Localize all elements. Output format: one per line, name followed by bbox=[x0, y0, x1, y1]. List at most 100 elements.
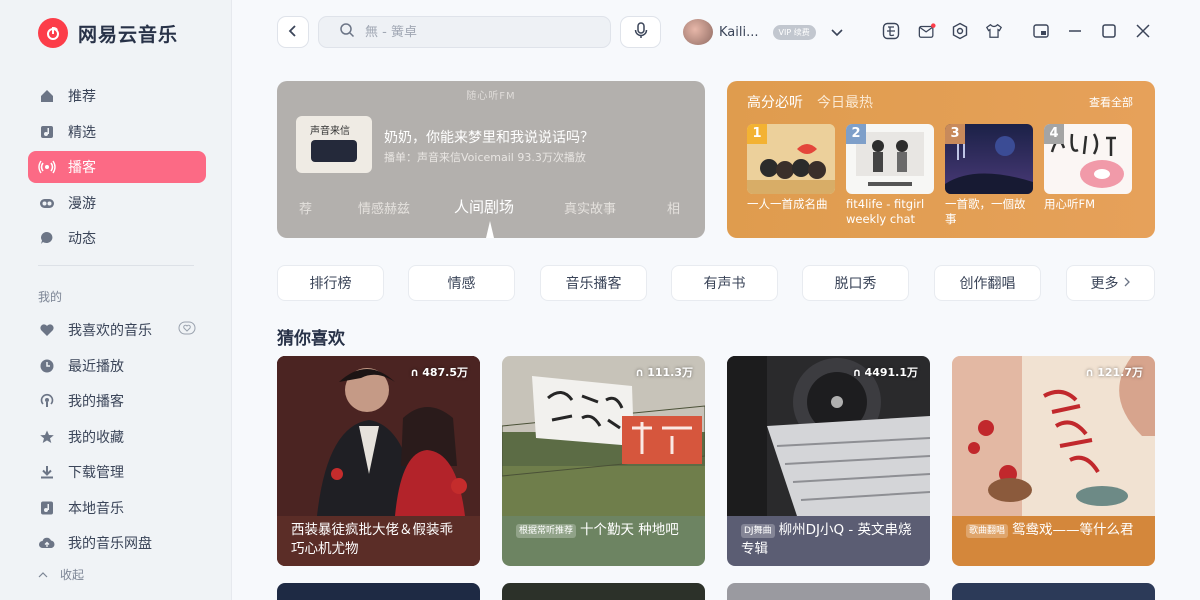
play-count-value: 487.5万 bbox=[422, 366, 468, 379]
app-logo[interactable]: 网易云音乐 bbox=[38, 18, 178, 48]
fm-tab-indicator bbox=[486, 221, 494, 238]
fm-tab-active[interactable]: 人间剧场 bbox=[454, 196, 514, 217]
nav-item-roam[interactable]: 漫游 bbox=[28, 187, 206, 219]
sidebar: 网易云音乐 推荐 精选 播客 漫游 动态 我的 我喜欢的音乐 最近播放 我的播客… bbox=[0, 0, 232, 600]
playlist-cover[interactable] bbox=[502, 356, 705, 516]
fm-tab[interactable]: 真实故事 bbox=[564, 198, 616, 217]
heart-mode-icon[interactable] bbox=[178, 321, 196, 339]
skin-icon[interactable] bbox=[985, 22, 1003, 40]
heart-icon bbox=[38, 321, 56, 339]
user-name[interactable]: Kaili... bbox=[719, 25, 759, 40]
hot-item-name[interactable]: 用心听FM bbox=[1044, 197, 1132, 227]
fm-tab[interactable]: 荐 bbox=[299, 198, 312, 217]
nav-label: 漫游 bbox=[68, 195, 96, 212]
search-box[interactable] bbox=[318, 16, 611, 48]
hot-title: 高分必听 bbox=[747, 95, 803, 111]
playlist-card[interactable]: ∩ 4491.1万 DJ舞曲 柳州DJ小Q - 英文串烧专辑 bbox=[727, 356, 930, 566]
vip-badge[interactable]: VIP 续费 bbox=[772, 24, 816, 40]
playlist-card-partial[interactable] bbox=[727, 583, 930, 600]
hot-item[interactable]: 4 用心听FM bbox=[1044, 124, 1132, 227]
user-menu[interactable]: Kaili... VIP 续费 bbox=[683, 19, 844, 45]
clock-icon bbox=[38, 357, 56, 375]
hot-item-name[interactable]: fit4life - fitgirl weekly chat bbox=[846, 197, 934, 227]
hot-item-name[interactable]: 一人一首成名曲 bbox=[747, 197, 835, 227]
settings-icon[interactable] bbox=[951, 22, 969, 40]
maximize-icon[interactable] bbox=[1100, 22, 1118, 40]
category-emotion[interactable]: 情感 bbox=[408, 265, 515, 301]
mini-mode-icon[interactable] bbox=[1032, 22, 1050, 40]
mail-icon[interactable] bbox=[918, 22, 936, 40]
sidebar-item-downloads[interactable]: 下载管理 bbox=[28, 456, 206, 488]
cloud-icon bbox=[38, 534, 56, 552]
search-input[interactable] bbox=[365, 24, 585, 40]
category-more-button[interactable]: 更多 bbox=[1066, 265, 1155, 301]
hot-item[interactable]: 2 fit4life - fitgirl weekly chat bbox=[846, 124, 934, 227]
category-audiobook[interactable]: 有声书 bbox=[671, 265, 778, 301]
collapse-label: 收起 bbox=[60, 568, 85, 582]
collapse-button[interactable]: 收起 bbox=[38, 566, 84, 583]
fm-tab[interactable]: 情感赫兹 bbox=[358, 198, 410, 217]
minimize-icon[interactable] bbox=[1066, 22, 1084, 40]
nav-label: 动态 bbox=[68, 231, 96, 247]
category-talk-show[interactable]: 脱口秀 bbox=[802, 265, 909, 301]
hot-item-name[interactable]: 一首歌，一個故事 bbox=[945, 197, 1033, 227]
category-label: 更多 bbox=[1090, 276, 1119, 292]
free-mode-icon[interactable] bbox=[882, 22, 900, 40]
nav-item-feed[interactable]: 动态 bbox=[28, 222, 206, 254]
sidebar-item-favorites[interactable]: 我的收藏 bbox=[28, 421, 206, 453]
playlist-card-partial[interactable] bbox=[952, 583, 1155, 600]
fm-headline[interactable]: 奶奶，你能来梦里和我说说话吗？ bbox=[384, 127, 594, 147]
playlist-card[interactable]: ∩ 111.3万 根据常听推荐 十个勤天 种地吧 bbox=[502, 356, 705, 566]
download-icon bbox=[38, 463, 56, 481]
nav-item-recommend[interactable]: 推荐 bbox=[28, 80, 206, 112]
sidebar-item-label: 我的收藏 bbox=[68, 429, 124, 446]
local-music-icon bbox=[38, 499, 56, 517]
sidebar-item-recent[interactable]: 最近播放 bbox=[28, 350, 206, 382]
hot-cover[interactable]: 4 bbox=[1044, 124, 1132, 194]
sidebar-item-local-music[interactable]: 本地音乐 bbox=[28, 492, 206, 524]
podcast-icon bbox=[38, 392, 56, 410]
category-label: 情感 bbox=[447, 276, 476, 292]
category-chart[interactable]: 排行榜 bbox=[277, 265, 384, 301]
playlist-card[interactable]: ∩ 121.7万 歌曲翻唱 鸳鸯戏——等什么君 bbox=[952, 356, 1155, 566]
fm-card[interactable]: 随心听FM 声音来信 奶奶，你能来梦里和我说说话吗？ 播单：声音来信Voicem… bbox=[277, 81, 705, 238]
sidebar-item-my-podcast[interactable]: 我的播客 bbox=[28, 385, 206, 417]
headphones-icon: ∩ bbox=[410, 365, 420, 379]
nav-item-featured[interactable]: 精选 bbox=[28, 116, 206, 148]
sidebar-item-liked-music[interactable]: 我喜欢的音乐 bbox=[28, 314, 206, 346]
hot-cover[interactable]: 3 bbox=[945, 124, 1033, 194]
category-label: 创作翻唱 bbox=[959, 276, 1016, 292]
back-button[interactable] bbox=[277, 16, 309, 48]
view-all-link[interactable]: 查看全部 bbox=[1089, 94, 1133, 110]
playlist-cover[interactable] bbox=[952, 356, 1155, 516]
voice-search-button[interactable] bbox=[620, 16, 661, 48]
hot-item[interactable]: 3 一首歌，一個故事 bbox=[945, 124, 1033, 227]
hot-cover[interactable]: 1 bbox=[747, 124, 835, 194]
playlist-title[interactable]: 西装暴徒疯批大佬＆假装乖巧心机尤物 bbox=[277, 516, 480, 566]
category-music-podcast[interactable]: 音乐播客 bbox=[540, 265, 647, 301]
play-count: ∩ 121.7万 bbox=[1085, 364, 1143, 380]
playlist-card-partial[interactable] bbox=[502, 583, 705, 600]
category-cover[interactable]: 创作翻唱 bbox=[934, 265, 1041, 301]
playlist-card[interactable]: ∩ 487.5万 西装暴徒疯批大佬＆假装乖巧心机尤物 bbox=[277, 356, 480, 566]
avatar[interactable] bbox=[683, 19, 713, 45]
headphones-icon: ∩ bbox=[1085, 365, 1095, 379]
nav-item-podcast[interactable]: 播客 bbox=[28, 151, 206, 183]
playlist-title[interactable]: 歌曲翻唱 鸳鸯戏——等什么君 bbox=[952, 516, 1155, 566]
playlist-card-partial[interactable] bbox=[277, 583, 480, 600]
close-icon[interactable] bbox=[1134, 22, 1152, 40]
play-count: ∩ 4491.1万 bbox=[853, 364, 918, 380]
hot-cover[interactable]: 2 bbox=[846, 124, 934, 194]
playlist-title[interactable]: DJ舞曲 柳州DJ小Q - 英文串烧专辑 bbox=[727, 516, 930, 566]
fm-tab[interactable]: 相 bbox=[667, 198, 680, 217]
playlist-cover[interactable] bbox=[727, 356, 930, 516]
fm-tabs: 荐 情感赫兹 人间剧场 真实故事 相 bbox=[277, 198, 705, 220]
chevron-down-icon[interactable] bbox=[830, 23, 844, 42]
sidebar-item-cloud-drive[interactable]: 我的音乐网盘 bbox=[28, 527, 206, 559]
playlist-title-text: 西装暴徒疯批大佬＆假装乖巧心机尤物 bbox=[291, 522, 453, 557]
playlist-title[interactable]: 根据常听推荐 十个勤天 种地吧 bbox=[502, 516, 705, 566]
fm-cover[interactable]: 声音来信 bbox=[296, 116, 372, 173]
hot-item[interactable]: 1 一人一首成名曲 bbox=[747, 124, 835, 227]
category-label: 排行榜 bbox=[309, 276, 352, 292]
playlist-cover[interactable] bbox=[277, 356, 480, 516]
